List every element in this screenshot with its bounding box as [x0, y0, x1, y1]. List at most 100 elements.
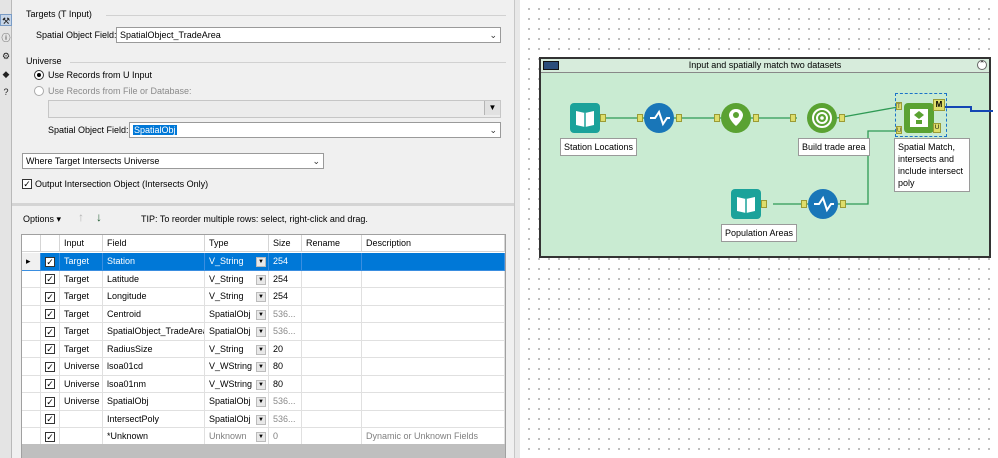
cell-field[interactable]: SpatialObj	[103, 393, 205, 411]
select-tool-icon[interactable]	[808, 189, 838, 219]
cell-field[interactable]: Station	[103, 253, 205, 271]
universe-spatial-field-select[interactable]: SpatialObj ⌄	[129, 122, 501, 138]
checkbox-icon[interactable]: ✓	[45, 291, 55, 302]
row-include-checkbox[interactable]: ✓	[41, 428, 60, 446]
use-u-input-label[interactable]: Use Records from U Input	[48, 70, 152, 80]
cell-size[interactable]: 254	[269, 288, 302, 306]
table-row[interactable]: ✓ Target Latitude V_String ▼ 254	[22, 270, 505, 288]
panel-splitter[interactable]	[12, 203, 514, 206]
cell-input[interactable]: Target	[60, 305, 103, 323]
move-up-icon[interactable]: ↑	[78, 210, 84, 224]
cell-description[interactable]	[362, 288, 505, 306]
cell-description[interactable]	[362, 393, 505, 411]
row-include-checkbox[interactable]: ✓	[41, 305, 60, 323]
input-anchor[interactable]	[790, 114, 796, 122]
cell-field[interactable]: *Unknown	[103, 428, 205, 446]
checkbox-icon[interactable]: ✓	[45, 414, 55, 425]
cell-field[interactable]: Longitude	[103, 288, 205, 306]
type-dropdown-icon[interactable]: ▼	[256, 414, 266, 425]
cell-size[interactable]: 536...	[269, 305, 302, 323]
cell-description[interactable]	[362, 253, 505, 271]
table-row[interactable]: ✓ Target RadiusSize V_String ▼ 20	[22, 340, 505, 358]
cell-rename[interactable]	[302, 323, 362, 341]
type-dropdown-icon[interactable]: ▼	[256, 257, 266, 267]
cell-type[interactable]: SpatialObj ▼	[205, 410, 269, 428]
table-row[interactable]: ✓ *Unknown Unknown ▼ 0 Dynamic or Unknown Fie…	[22, 428, 505, 446]
type-dropdown-icon[interactable]: ▼	[256, 397, 266, 407]
create-points-tool-icon[interactable]	[721, 103, 751, 133]
output-anchor[interactable]	[600, 114, 606, 122]
cell-size[interactable]: 20	[269, 340, 302, 358]
input-data-tool-icon[interactable]	[731, 189, 761, 219]
targets-spatial-field-select[interactable]: SpatialObject_TradeArea ⌄	[116, 27, 501, 43]
cell-type[interactable]: SpatialObj ▼	[205, 323, 269, 341]
output-intersection-checkbox[interactable]: ✓	[22, 179, 32, 189]
output-anchor[interactable]	[761, 200, 767, 208]
cell-input[interactable]: Target	[60, 323, 103, 341]
checkbox-icon[interactable]: ✓	[45, 256, 55, 267]
checkbox-icon[interactable]: ✓	[45, 274, 55, 285]
type-dropdown-icon[interactable]: ▼	[256, 309, 266, 320]
row-include-checkbox[interactable]: ✓	[41, 253, 60, 271]
table-row[interactable]: ✓ Target Longitude V_String ▼ 254	[22, 288, 505, 306]
trade-area-tool-icon[interactable]	[807, 103, 837, 133]
select-tool-icon[interactable]	[644, 103, 674, 133]
cell-input[interactable]: Universe	[60, 375, 103, 393]
cell-size[interactable]: 254	[269, 253, 302, 271]
cell-size[interactable]: 254	[269, 270, 302, 288]
cell-size[interactable]: 536...	[269, 323, 302, 341]
cell-rename[interactable]	[302, 428, 362, 446]
input-anchor[interactable]	[637, 114, 643, 122]
column-header-field[interactable]: Field	[103, 235, 205, 252]
type-dropdown-icon[interactable]: ▼	[256, 292, 266, 302]
output-anchor[interactable]	[839, 114, 845, 122]
table-row[interactable]: ✓ Universe lsoa01cd V_WString ▼ 80	[22, 358, 505, 376]
cell-type[interactable]: V_String ▼	[205, 253, 269, 271]
tool-container[interactable]: Input and spatially match two datasets ⌃…	[539, 57, 993, 258]
cell-field[interactable]: Latitude	[103, 270, 205, 288]
cell-description[interactable]: Dynamic or Unknown Fields	[362, 428, 505, 446]
row-include-checkbox[interactable]: ✓	[41, 410, 60, 428]
row-include-checkbox[interactable]: ✓	[41, 340, 60, 358]
column-header-type[interactable]: Type	[205, 235, 269, 252]
cell-description[interactable]	[362, 340, 505, 358]
checkbox-icon[interactable]: ✓	[45, 344, 55, 355]
select-all-header[interactable]	[41, 235, 60, 252]
cell-type[interactable]: SpatialObj ▼	[205, 393, 269, 411]
cell-field[interactable]: lsoa01nm	[103, 375, 205, 393]
output-anchor[interactable]	[753, 114, 759, 122]
table-row[interactable]: ✓ Target Centroid SpatialObj ▼ 536...	[22, 305, 505, 323]
cell-input[interactable]: Target	[60, 270, 103, 288]
cell-input[interactable]	[60, 410, 103, 428]
workflow-canvas[interactable]: Input and spatially match two datasets ⌃…	[520, 0, 998, 458]
cell-field[interactable]: SpatialObject_TradeArea	[103, 323, 205, 341]
cell-description[interactable]	[362, 358, 505, 376]
cell-size[interactable]: 536...	[269, 393, 302, 411]
cell-rename[interactable]	[302, 358, 362, 376]
cell-description[interactable]	[362, 323, 505, 341]
table-row[interactable]: ✓ Universe SpatialObj SpatialObj ▼ 536...	[22, 393, 505, 411]
type-dropdown-icon[interactable]: ▼	[256, 344, 266, 355]
row-include-checkbox[interactable]: ✓	[41, 375, 60, 393]
annotation-icon[interactable]: ⓘ	[0, 32, 12, 44]
spatial-match-tool-icon[interactable]	[904, 103, 934, 133]
cell-rename[interactable]	[302, 340, 362, 358]
checkbox-icon[interactable]: ✓	[45, 361, 55, 372]
cell-size[interactable]: 80	[269, 375, 302, 393]
cell-rename[interactable]	[302, 375, 362, 393]
cell-size[interactable]: 536...	[269, 410, 302, 428]
options-menu-button[interactable]: Options ▾	[23, 214, 61, 225]
row-include-checkbox[interactable]: ✓	[41, 358, 60, 376]
cell-type[interactable]: V_String ▼	[205, 270, 269, 288]
use-file-radio[interactable]	[34, 86, 44, 96]
cell-rename[interactable]	[302, 305, 362, 323]
column-header-size[interactable]: Size	[269, 235, 302, 252]
help-icon[interactable]: ?	[0, 86, 12, 98]
cell-rename[interactable]	[302, 410, 362, 428]
cell-description[interactable]	[362, 410, 505, 428]
type-dropdown-icon[interactable]: ▼	[256, 379, 266, 390]
cell-input[interactable]: Target	[60, 288, 103, 306]
unmatched-output-anchor[interactable]: U	[933, 123, 941, 133]
checkbox-icon[interactable]: ✓	[45, 309, 55, 320]
cell-description[interactable]	[362, 375, 505, 393]
